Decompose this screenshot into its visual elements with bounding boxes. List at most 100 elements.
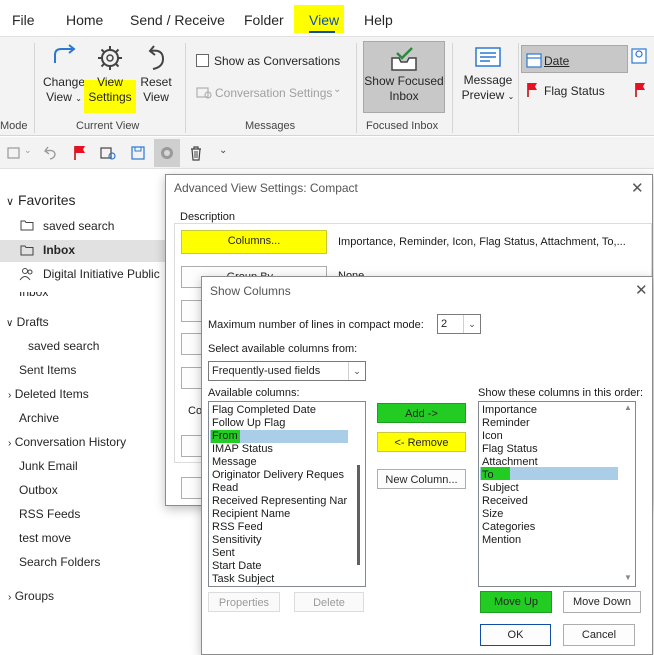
view-settings-label-1: View: [97, 75, 123, 89]
menu-help[interactable]: Help: [364, 12, 393, 28]
scroll-up-icon[interactable]: ▲: [624, 403, 632, 412]
message-preview-button[interactable]: Message Preview ⌄: [460, 45, 516, 104]
available-columns-list[interactable]: Flag Completed Date Follow Up Flag From IMA…: [208, 401, 366, 587]
nav-junk-email[interactable]: Junk Email: [19, 459, 78, 473]
available-column-list-item[interactable]: Originator Delivery Reques: [212, 469, 344, 482]
available-column-list-item[interactable]: Message: [212, 456, 257, 469]
available-column-list-item[interactable]: Start Date: [212, 560, 262, 573]
categorize-icon[interactable]: [6, 145, 22, 161]
max-lines-select[interactable]: 2 ⌄: [437, 314, 481, 334]
available-column-list-item[interactable]: Sent: [212, 547, 235, 560]
available-column-list-item[interactable]: IMAP Status: [212, 443, 273, 456]
nav-search-folders[interactable]: Search Folders: [19, 555, 100, 569]
available-column-list-item[interactable]: Task Subject: [212, 573, 274, 586]
shown-column-list-item[interactable]: Reminder: [482, 417, 530, 430]
view-settings-button[interactable]: View Settings: [86, 43, 134, 105]
add-button[interactable]: Add ->: [377, 403, 466, 423]
properties-button[interactable]: Properties: [208, 592, 280, 612]
shown-column-list-item[interactable]: Attachment: [482, 456, 538, 469]
new-column-button[interactable]: New Column...: [377, 469, 466, 489]
nav-rss-feeds[interactable]: RSS Feeds: [19, 507, 80, 521]
nav-saved-search[interactable]: saved search: [28, 339, 99, 353]
cancel-button[interactable]: Cancel: [563, 624, 635, 646]
remove-button[interactable]: <- Remove: [377, 432, 466, 452]
reset-view-icon: [148, 45, 165, 70]
nav-deleted-items[interactable]: › Deleted Items: [8, 387, 89, 401]
available-column-list-item[interactable]: Sensitivity: [212, 534, 262, 547]
rules-icon[interactable]: [100, 145, 116, 161]
columns-button[interactable]: Columns...: [181, 230, 327, 254]
scroll-down-icon[interactable]: ▼: [624, 573, 632, 582]
move-up-button[interactable]: Move Up: [480, 591, 552, 613]
nav-digital-initiative[interactable]: Digital Initiative Public: [43, 267, 160, 281]
menu-send-receive[interactable]: Send / Receive: [130, 12, 225, 28]
message-preview-label-1: Message: [463, 73, 513, 87]
select-from-dropdown[interactable]: Frequently-used fields ⌄: [208, 361, 366, 381]
conversation-settings-button[interactable]: Conversation Settings: [215, 86, 332, 100]
close-icon[interactable]: ✕: [631, 179, 644, 197]
shown-column-list-item[interactable]: To: [482, 469, 494, 482]
close-icon[interactable]: ✕: [635, 281, 648, 299]
favorites-header[interactable]: ∨ Favorites: [6, 192, 76, 208]
customize-toolbar-icon[interactable]: ⌄: [219, 145, 227, 156]
shown-scrollbar[interactable]: ▲ ▼: [622, 403, 634, 585]
shown-column-list-item[interactable]: Flag Status: [482, 443, 538, 456]
shown-column-list-item[interactable]: Received: [482, 495, 528, 508]
nav-drafts-label: Drafts: [16, 315, 49, 329]
available-column-list-item[interactable]: Flag Completed Date: [212, 404, 316, 417]
chevron-down-icon: ⌄: [463, 315, 480, 333]
shown-column-list-item[interactable]: Categories: [482, 521, 535, 534]
shown-columns-list[interactable]: ▲ ▼ Importance Reminder Icon Flag Status Att…: [478, 401, 636, 587]
show-as-conversations-checkbox[interactable]: [196, 54, 209, 67]
reset-view-button[interactable]: Reset View: [134, 43, 178, 105]
chevron-down-icon: ⌄: [348, 362, 365, 380]
arrangement-from-button[interactable]: [630, 47, 654, 71]
view-tab-underline: [309, 31, 335, 33]
max-lines-label: Maximum number of lines in compact mode:: [208, 319, 424, 331]
delete-button[interactable]: Delete: [294, 592, 364, 612]
message-preview-label-2: Preview: [461, 88, 505, 102]
available-column-list-item[interactable]: RSS Feed: [212, 521, 263, 534]
arrangement-date-button[interactable]: Date: [521, 45, 628, 73]
arrangement-flag-status-button[interactable]: Flag Status: [522, 79, 627, 103]
nav-sent-items[interactable]: Sent Items: [19, 363, 76, 377]
delete-icon[interactable]: [188, 145, 204, 161]
available-column-list-item[interactable]: Recipient Name: [212, 508, 290, 521]
available-scrollbar[interactable]: [354, 403, 364, 585]
ribbon: Mode Change View ⌄ View Settings Reset V…: [0, 36, 654, 136]
show-focused-inbox-button[interactable]: Show Focused Inbox: [363, 41, 445, 113]
shown-column-list-item[interactable]: Importance: [482, 404, 537, 417]
menu-bar: File Home Send / Receive Folder View Hel…: [0, 0, 654, 36]
ok-button[interactable]: OK: [480, 624, 551, 646]
nav-archive[interactable]: Archive: [19, 411, 59, 425]
nav-conversation-history[interactable]: › Conversation History: [8, 435, 126, 449]
move-down-button[interactable]: Move Down: [563, 591, 641, 613]
navigation-pane: ∨ Favorites saved search Inbox Digital I…: [0, 170, 165, 655]
shown-column-list-item[interactable]: Size: [482, 508, 503, 521]
change-view-button[interactable]: Change View ⌄: [40, 43, 88, 106]
nav-drafts[interactable]: ∨ Drafts: [6, 315, 49, 329]
save-icon[interactable]: [130, 145, 146, 161]
scrollbar-thumb[interactable]: [357, 465, 360, 565]
nav-saved-search-favorite[interactable]: saved search: [43, 219, 114, 233]
shown-column-list-item[interactable]: Subject: [482, 482, 519, 495]
menu-file[interactable]: File: [12, 12, 35, 28]
qat-selected-button[interactable]: [154, 139, 180, 167]
available-column-list-item[interactable]: Follow Up Flag: [212, 417, 285, 430]
menu-home[interactable]: Home: [66, 12, 103, 28]
shown-column-list-item[interactable]: Mention: [482, 534, 521, 547]
available-column-list-item[interactable]: Read: [212, 482, 238, 495]
menu-folder[interactable]: Folder: [244, 12, 284, 28]
nav-inbox-partial[interactable]: Inbox: [19, 292, 48, 300]
show-columns-dialog: Show Columns ✕ Maximum number of lines i…: [201, 276, 653, 655]
available-column-list-item[interactable]: From: [212, 430, 238, 443]
shown-column-list-item[interactable]: Icon: [482, 430, 503, 443]
available-column-list-item[interactable]: Received Representing Nar: [212, 495, 347, 508]
flag-icon[interactable]: [72, 145, 88, 161]
undo-icon[interactable]: [42, 145, 58, 161]
menu-view[interactable]: View: [309, 12, 339, 28]
nav-test-move[interactable]: test move: [19, 531, 71, 545]
nav-inbox-favorite[interactable]: Inbox: [43, 243, 75, 257]
nav-outbox[interactable]: Outbox: [19, 483, 58, 497]
nav-groups[interactable]: › Groups: [8, 589, 54, 603]
